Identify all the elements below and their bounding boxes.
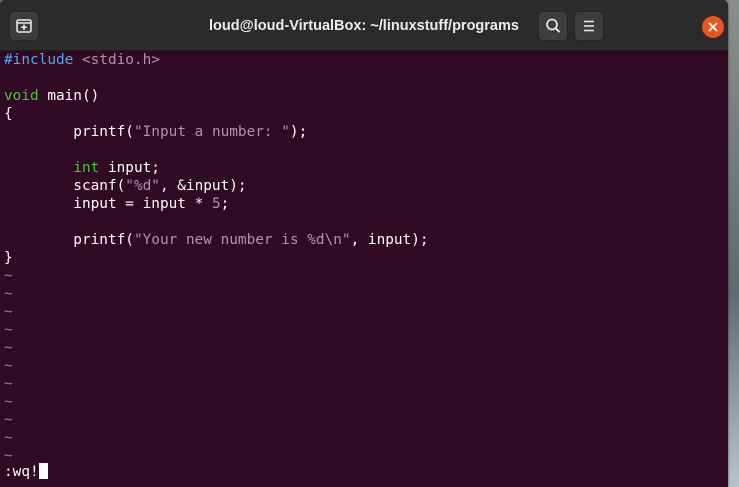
code-line: printf("Your new number is %d\n", input)… — [4, 231, 728, 249]
terminal-window: loud@loud-VirtualBox: ~/linuxstuff/progr… — [0, 0, 728, 487]
window-title: loud@loud-VirtualBox: ~/linuxstuff/progr… — [209, 18, 519, 34]
statement-end: ; — [220, 196, 230, 212]
code-line: scanf("%d", &input); — [4, 177, 728, 195]
header-name: <stdio.h> — [73, 52, 160, 68]
code-line: void main() — [4, 87, 728, 105]
empty-line-marker: ~ — [4, 322, 13, 338]
code-line: #include <stdio.h> — [4, 51, 728, 69]
empty-line-marker: ~ — [4, 412, 13, 428]
search-icon — [546, 18, 560, 33]
function-signature: main() — [38, 88, 100, 104]
statement-end: ); — [289, 124, 308, 140]
empty-line-marker: ~ — [4, 448, 13, 464]
empty-line-marker: ~ — [4, 358, 13, 374]
code-line: } — [4, 250, 13, 266]
command-text: :wq! — [4, 464, 39, 480]
scanf-call: scanf( — [4, 178, 126, 194]
empty-line-marker: ~ — [4, 304, 13, 320]
close-icon — [708, 22, 718, 32]
title-bar: loud@loud-VirtualBox: ~/linuxstuff/progr… — [0, 0, 728, 51]
search-button[interactable] — [538, 11, 568, 41]
string-literal: "Input a number: " — [133, 124, 290, 140]
keyword-int: int — [73, 160, 100, 176]
menu-button[interactable] — [574, 11, 604, 41]
printf-call: printf( — [4, 232, 134, 248]
close-button[interactable] — [702, 16, 724, 38]
empty-line-marker: ~ — [4, 394, 13, 410]
keyword-void: void — [4, 88, 39, 104]
number-literal: 5 — [211, 196, 221, 212]
empty-line-marker: ~ — [4, 286, 13, 302]
desktop-background-right — [727, 0, 739, 487]
string-literal: "%d" — [125, 178, 160, 194]
statement-end: , input); — [350, 232, 429, 248]
code-line: input = input * 5; — [4, 195, 728, 213]
empty-line-marker: ~ — [4, 376, 13, 392]
code-line: printf("Input a number: "); — [4, 123, 728, 141]
vim-command-line[interactable]: :wq! — [4, 463, 48, 481]
empty-line-marker: ~ — [4, 268, 13, 284]
hamburger-menu-icon — [584, 20, 594, 32]
code-line: { — [4, 106, 13, 122]
code-line: int input; — [4, 159, 728, 177]
assignment: input = input * — [4, 196, 212, 212]
preprocessor-directive: #include — [4, 52, 74, 68]
statement-end: , &input); — [159, 178, 247, 194]
empty-line-marker: ~ — [4, 340, 13, 356]
vim-editor[interactable]: #include <stdio.h> void main() { printf(… — [0, 51, 728, 487]
empty-line-marker: ~ — [4, 430, 13, 446]
text-cursor — [38, 463, 48, 479]
string-literal: "Your new number is %d\n" — [133, 232, 351, 248]
declaration: input; — [99, 160, 160, 176]
printf-call: printf( — [4, 124, 134, 140]
